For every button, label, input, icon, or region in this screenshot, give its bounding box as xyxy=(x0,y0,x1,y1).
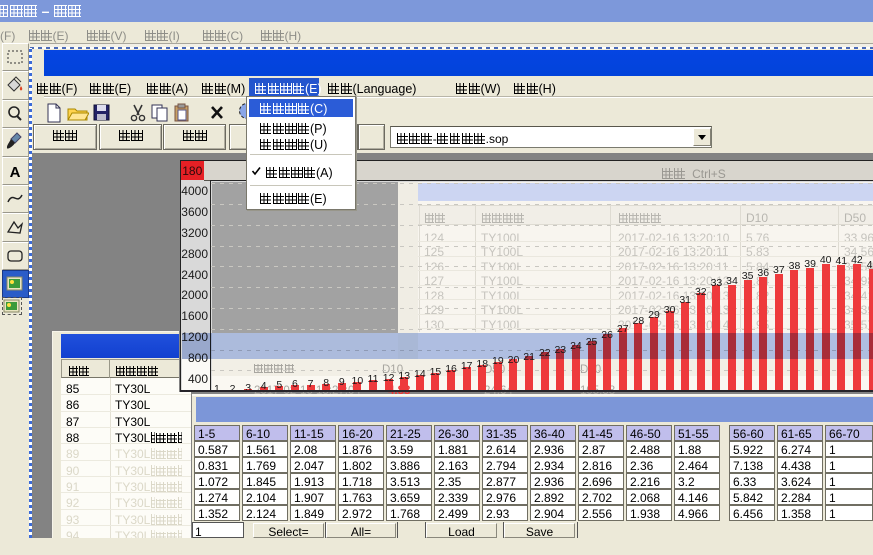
svg-text:A: A xyxy=(9,164,20,181)
